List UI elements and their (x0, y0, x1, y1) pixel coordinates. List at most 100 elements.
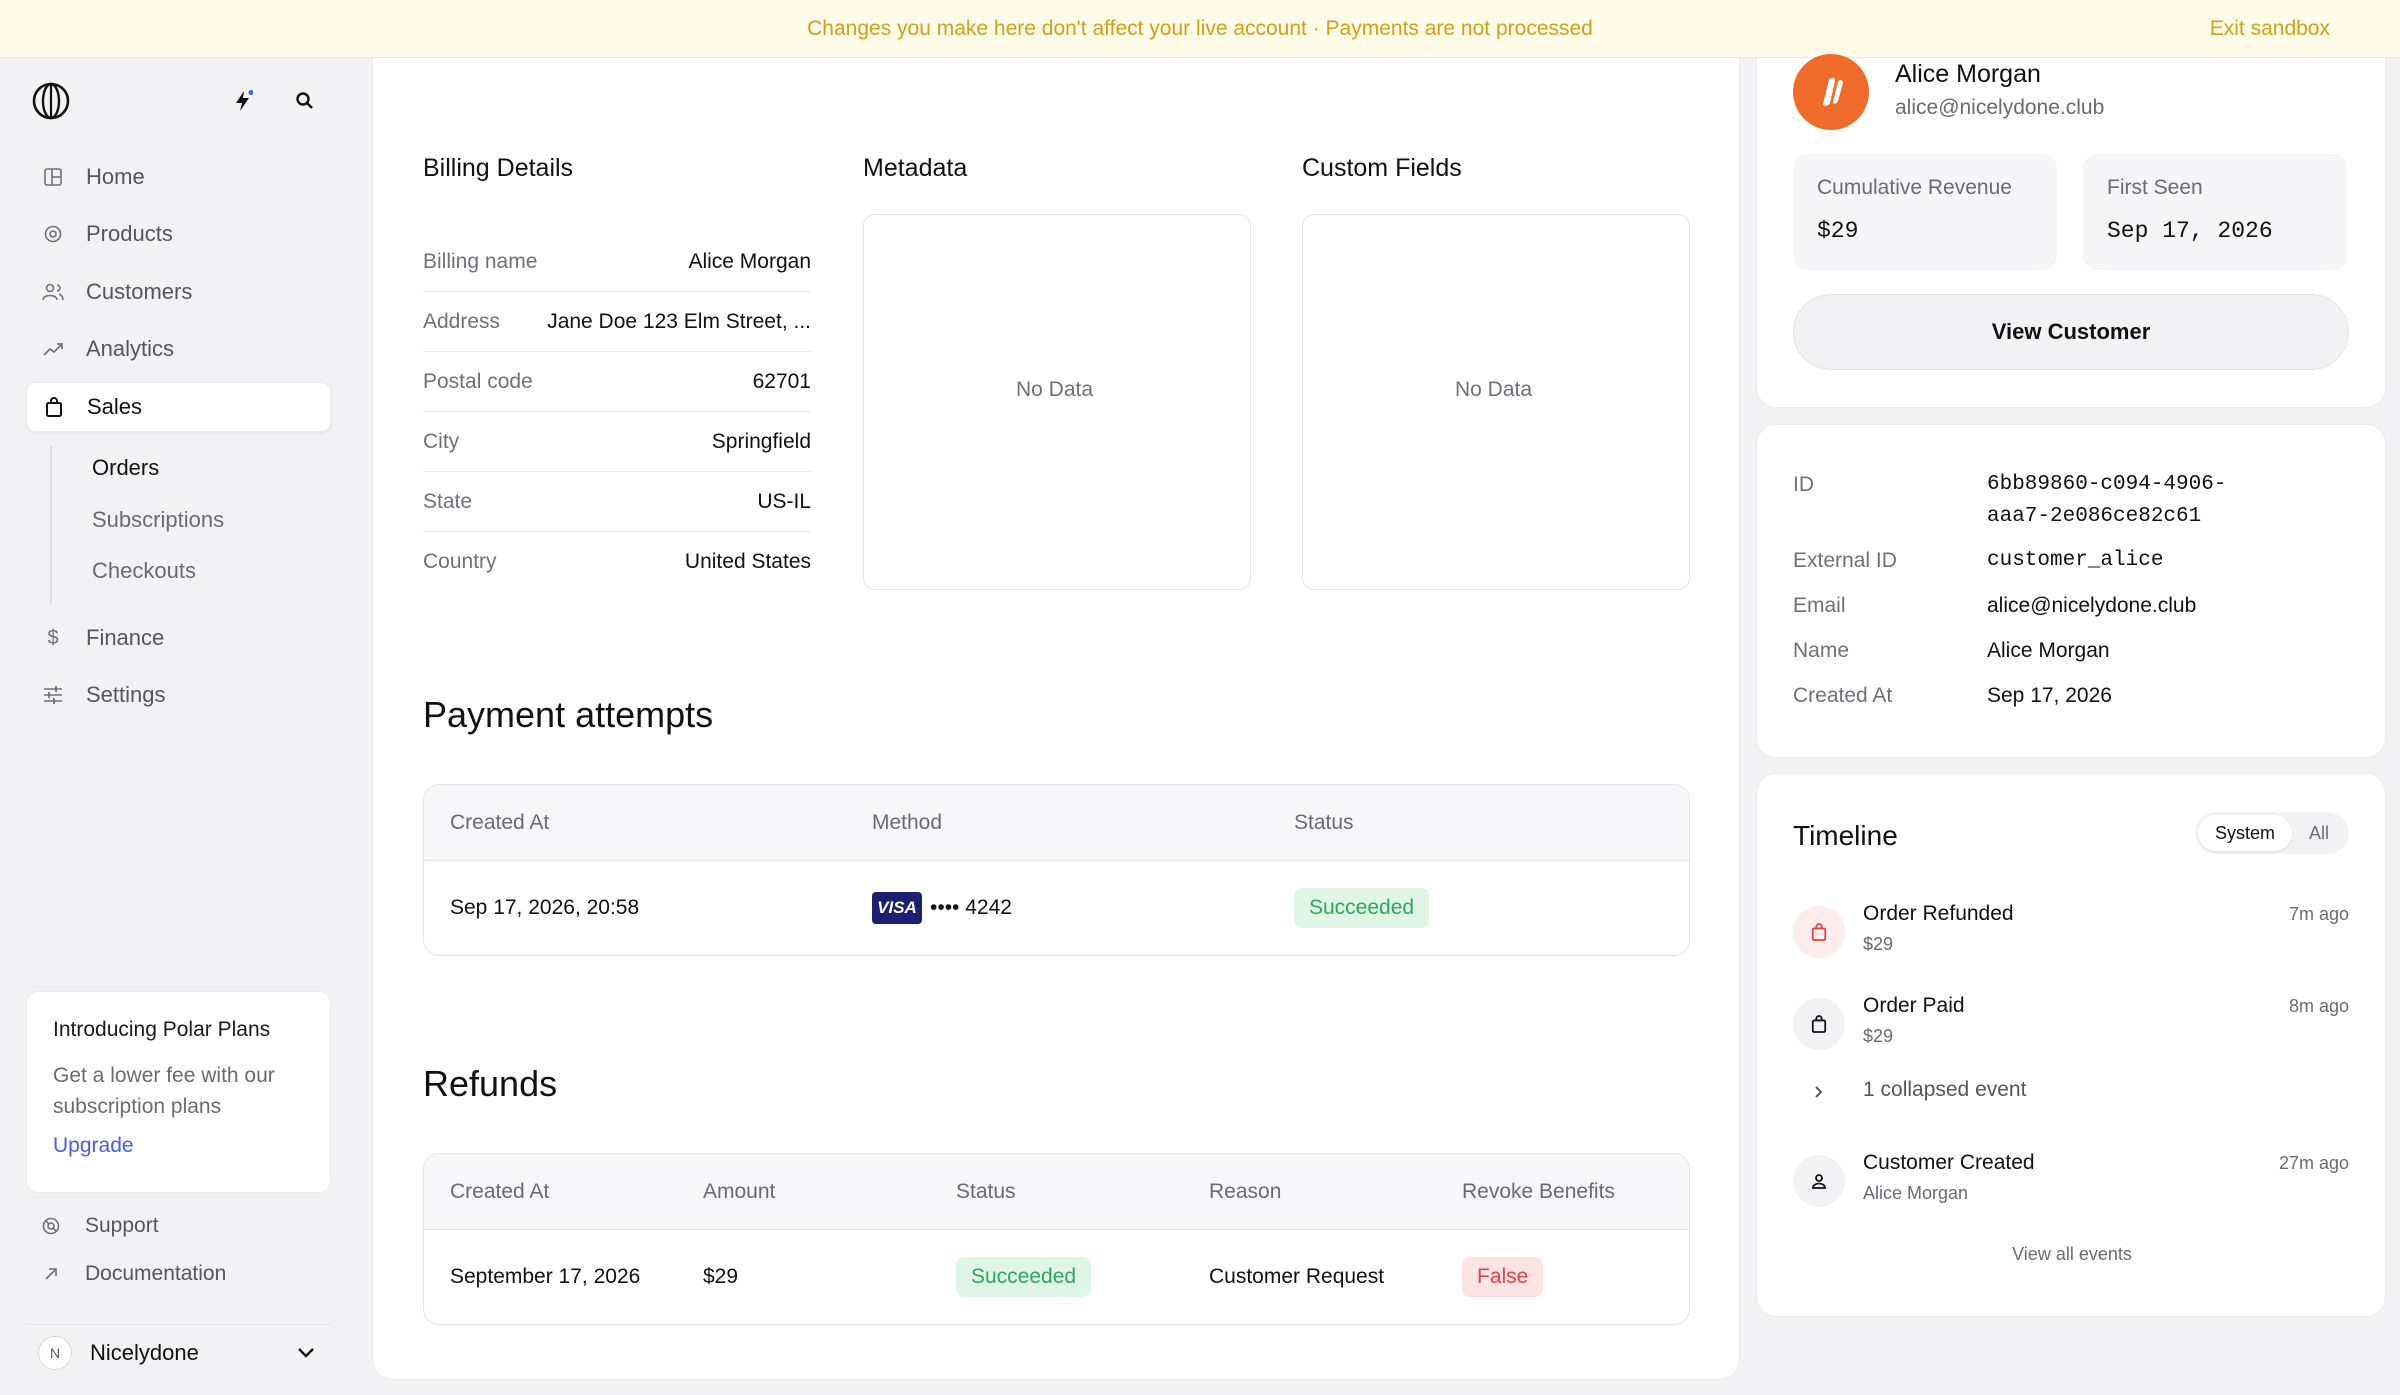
collapsed-events-toggle[interactable]: 1 collapsed event (1793, 1074, 2349, 1114)
sidebar-item-label: Home (86, 164, 145, 189)
custom-fields-empty-text: No Data (1455, 378, 1533, 401)
sidebar-item-products[interactable]: Products (26, 209, 331, 259)
event-title: Customer Created (1863, 1151, 2035, 1174)
custom-fields-title: Custom Fields (1302, 154, 1462, 182)
payment-attempts-title: Payment attempts (423, 694, 714, 735)
bolt-icon[interactable] (230, 88, 256, 114)
sidebar-item-customers[interactable]: Customers (26, 267, 331, 317)
customer-email: alice@nicelydone.club (1895, 96, 2105, 119)
detail-key: Name (1793, 639, 1850, 662)
billing-key: Country (423, 550, 497, 573)
subnav-item-subscriptions[interactable]: Subscriptions (92, 507, 224, 533)
customer-details-panel: ID 6bb89860-c094-4906- aaa7-2e086ce82c61 … (1756, 424, 2386, 758)
promo-description: Get a lower fee with our subscription pl… (53, 1064, 275, 1118)
metadata-empty-box: No Data (863, 214, 1251, 590)
sidebar-item-analytics[interactable]: Analytics (26, 324, 331, 374)
upgrade-link[interactable]: Upgrade (53, 1134, 304, 1158)
sidebar-item-label: Sales (87, 394, 143, 419)
table-header: Created At Amount Status Reason Revoke B… (424, 1154, 1689, 1230)
stat-label: First Seen (2107, 176, 2203, 199)
refund-revoke-benefits: False (1462, 1230, 1544, 1324)
user-icon (1793, 1155, 1845, 1207)
polar-logo-icon[interactable] (32, 82, 70, 120)
column-header: Reason (1209, 1179, 1282, 1203)
card-mask: •••• 4242 (930, 896, 1012, 919)
search-icon[interactable] (292, 88, 318, 114)
payment-attempts-table: Created At Method Status Sep 17, 2026, 2… (423, 784, 1690, 956)
shopping-bag-icon (1793, 998, 1845, 1050)
exit-sandbox-link[interactable]: Exit sandbox (2210, 0, 2330, 58)
subnav-divider (50, 446, 52, 604)
sidebar-item-settings[interactable]: Settings (26, 670, 331, 720)
sidebar-item-sales[interactable]: Sales (26, 382, 331, 432)
org-avatar: N (38, 1335, 72, 1370)
view-all-events-link[interactable]: View all events (1757, 1244, 2387, 1265)
sandbox-banner: Changes you make here don't affect your … (0, 0, 2400, 58)
refunds-title: Refunds (423, 1063, 558, 1104)
detail-key: ID (1793, 473, 1814, 496)
id-line: 6bb89860-c094-4906- (1987, 473, 2227, 496)
support-link[interactable]: Support (40, 1214, 159, 1238)
table-row[interactable]: Sep 17, 2026, 20:58 VISA •••• 4242 Succe… (424, 861, 1689, 955)
tab-system[interactable]: System (2197, 815, 2292, 851)
payment-created-at: Sep 17, 2026, 20:58 (450, 896, 640, 919)
billing-row: Postal code 62701 (423, 352, 811, 412)
products-icon (40, 221, 66, 247)
column-header: Revoke Benefits (1462, 1179, 1615, 1203)
sidebar-item-home[interactable]: Home (26, 152, 331, 202)
stat-label: Cumulative Revenue (1817, 176, 2012, 199)
event-time: 8m ago (2288, 996, 2349, 1016)
custom-fields-empty-box: No Data (1302, 214, 1690, 590)
cumulative-revenue-stat: Cumulative Revenue $29 (1793, 154, 2057, 270)
timeline-filter: System All (2194, 812, 2349, 854)
timeline-panel: Timeline System All Order Refunded $29 7… (1756, 773, 2386, 1317)
event-subtitle: $29 (1863, 1026, 1894, 1046)
lifebuoy-icon (40, 1217, 62, 1235)
detail-key: Created At (1793, 684, 1893, 707)
stat-value: Sep 17, 2026 (2107, 218, 2273, 244)
payment-status: Succeeded (1294, 861, 1430, 955)
refunds-table: Created At Amount Status Reason Revoke B… (423, 1153, 1690, 1325)
dollar-icon: $ (47, 626, 59, 649)
detail-value: customer_alice (1987, 549, 2164, 572)
timeline-event[interactable]: Order Refunded $29 7m ago (1793, 896, 2349, 966)
organization-switcher[interactable]: N Nicelydone (26, 1324, 331, 1380)
stat-value: $29 (1817, 218, 1859, 244)
billing-key: City (423, 429, 460, 453)
timeline-event[interactable]: Customer Created Alice Morgan 27m ago (1793, 1145, 2349, 1215)
billing-details-title: Billing Details (423, 154, 574, 182)
refund-status: Succeeded (956, 1230, 1092, 1324)
billing-key: Address (423, 309, 501, 333)
status-badge: Succeeded (956, 1257, 1092, 1297)
event-time: 27m ago (2278, 1153, 2349, 1173)
subnav-item-orders[interactable]: Orders (92, 455, 159, 481)
timeline-event[interactable]: Order Paid $29 8m ago (1793, 988, 2349, 1058)
column-header: Created At (450, 1179, 550, 1203)
sidebar: Home Products Customers Analytics Sales … (0, 58, 370, 1395)
view-customer-button[interactable]: View Customer (1793, 294, 2349, 370)
metadata-empty-text: No Data (1016, 378, 1094, 401)
collapsed-event-label: 1 collapsed event (1863, 1078, 2027, 1101)
sidebar-item-finance[interactable]: $ Finance (26, 613, 331, 663)
billing-value: 62701 (752, 369, 811, 393)
tab-all[interactable]: All (2292, 815, 2346, 851)
revoke-badge: False (1462, 1257, 1544, 1297)
detail-key: Email (1793, 594, 1846, 617)
customer-summary-panel: Alice Morgan alice@nicelydone.club Cumul… (1756, 54, 2386, 408)
chevron-down-icon (298, 1347, 314, 1358)
billing-row: City Springfield (423, 412, 811, 472)
detail-value: Sep 17, 2026 (1987, 684, 2112, 707)
billing-key: Postal code (423, 369, 533, 393)
billing-value: United States (684, 550, 811, 573)
billing-row: Country United States (423, 532, 811, 592)
billing-row: Billing name Alice Morgan (423, 232, 811, 292)
table-row[interactable]: September 17, 2026 $29 Succeeded Custome… (424, 1230, 1689, 1324)
polar-plans-promo: Introducing Polar Plans Get a lower fee … (26, 991, 331, 1193)
event-subtitle: $29 (1863, 934, 1894, 954)
org-name: Nicelydone (90, 1339, 199, 1365)
home-icon (40, 164, 66, 190)
column-header: Status (956, 1179, 1016, 1203)
subnav-item-checkouts[interactable]: Checkouts (92, 558, 196, 584)
documentation-link[interactable]: Documentation (40, 1262, 226, 1286)
documentation-label: Documentation (85, 1262, 227, 1285)
